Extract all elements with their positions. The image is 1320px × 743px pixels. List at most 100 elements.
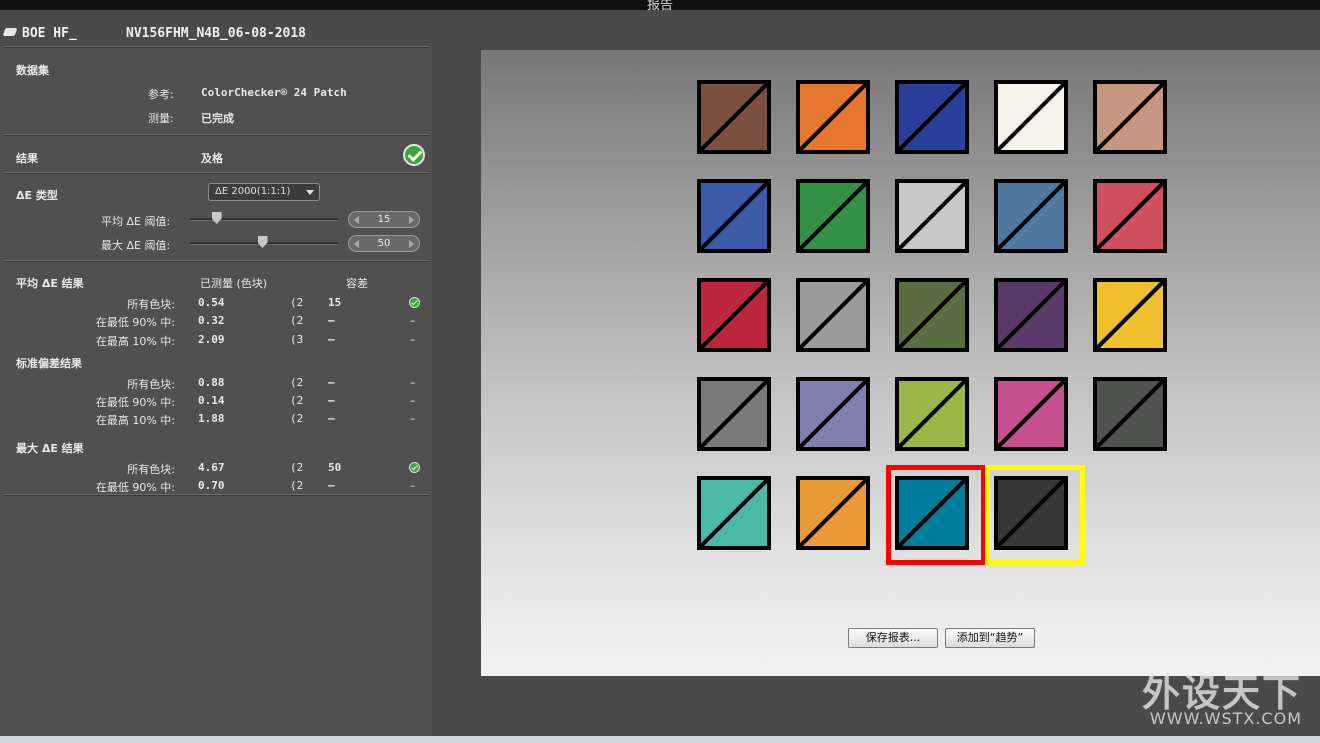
row-value: 2.09 (198, 333, 225, 346)
row-label: 所有色块: (127, 378, 175, 391)
row-label: 所有色块: (127, 298, 175, 311)
row-label: 在最低 90% 中: (95, 316, 175, 329)
save-report-button[interactable]: 保存报表... (848, 628, 938, 648)
row-count: (2 (290, 296, 304, 309)
row-status: – (410, 333, 416, 346)
divider (4, 260, 430, 262)
device-name: BOE HF_ (22, 26, 77, 41)
increment-arrow-icon[interactable] (409, 240, 414, 248)
row-status: – (410, 479, 416, 492)
color-patch[interactable] (697, 179, 771, 253)
measure-label: 测量: (148, 112, 174, 125)
row-label: 在最低 90% 中: (95, 481, 175, 494)
color-patch[interactable] (697, 80, 771, 154)
row-value: 4.67 (198, 461, 225, 474)
row-status: – (410, 314, 416, 327)
pass-check-icon (409, 297, 420, 308)
display-icon (2, 28, 18, 36)
row-status: – (410, 412, 416, 425)
watermark-url: WWW.WSTX.COM (1149, 709, 1302, 728)
row-label: 在最高 10% 中: (95, 414, 175, 427)
selected-patch-highlight-yellow (985, 465, 1085, 565)
row-count: (2 (290, 412, 304, 425)
avg-threshold-label: 平均 ΔE 阈值: (101, 215, 171, 228)
decrement-arrow-icon[interactable] (354, 240, 359, 248)
check-circle-icon (403, 144, 425, 166)
max-threshold-value[interactable]: 50 (378, 238, 391, 249)
color-patch[interactable] (994, 278, 1068, 352)
color-patch[interactable] (895, 80, 969, 154)
color-patch[interactable] (1093, 278, 1167, 352)
result-label: 结果 (16, 152, 38, 165)
watermark: 外设天下 WWW.WSTX.COM (1142, 662, 1302, 728)
row-label: 所有色块: (127, 463, 175, 476)
reference-label: 参考: (148, 88, 174, 101)
max-threshold-label: 最大 ΔE 阈值: (101, 239, 171, 252)
row-tolerance: – (328, 479, 335, 492)
divider (4, 494, 430, 496)
result-value: 及格 (201, 152, 223, 165)
row-tolerance: – (328, 333, 335, 346)
color-patch[interactable] (1093, 377, 1167, 451)
reference-value: ColorChecker® 24 Patch (201, 86, 347, 99)
bottom-strip (0, 736, 1320, 743)
avg-results-heading: 平均 ΔE 结果 (16, 277, 84, 290)
avg-threshold-value[interactable]: 15 (378, 214, 391, 225)
decrement-arrow-icon[interactable] (354, 216, 359, 224)
row-count: (2 (290, 394, 304, 407)
avg-threshold-slider[interactable] (190, 212, 338, 224)
device-header: BOE HF_ NV156FHM_N4B_06-08-2018 (2, 24, 444, 44)
color-patch[interactable] (796, 179, 870, 253)
divider (4, 134, 430, 136)
row-tolerance: 50 (328, 461, 342, 474)
add-to-trend-button[interactable]: 添加到“趋势” (945, 628, 1035, 648)
color-patch[interactable] (697, 377, 771, 451)
row-value: 0.88 (198, 376, 225, 389)
row-count: (2 (290, 376, 304, 389)
row-status: – (410, 376, 416, 389)
max-threshold-spinner[interactable]: 50 (348, 235, 420, 252)
color-patch[interactable] (697, 278, 771, 352)
max-threshold-slider[interactable] (190, 236, 338, 248)
color-patch[interactable] (1093, 80, 1167, 154)
color-patch[interactable] (895, 179, 969, 253)
row-tolerance: – (328, 314, 335, 327)
avg-threshold-spinner[interactable]: 15 (348, 211, 420, 228)
color-patch[interactable] (697, 476, 771, 550)
window-title: 报告 (646, 0, 673, 13)
dataset-heading: 数据集 (16, 64, 49, 77)
color-patch[interactable] (895, 377, 969, 451)
tolerance-column-header: 容差 (346, 277, 368, 290)
row-label: 在最低 90% 中: (95, 396, 175, 409)
delta-e-type-label: ΔE 类型 (16, 189, 58, 202)
pass-check-icon (409, 462, 420, 473)
measured-column-header: 已测量 (色块) (200, 277, 268, 290)
delta-e-type-dropdown[interactable]: ΔE 2000(1:1:1) (208, 183, 320, 201)
row-value: 0.14 (198, 394, 225, 407)
device-model: NV156FHM_N4B_06-08-2018 (126, 26, 307, 41)
color-patch[interactable] (796, 278, 870, 352)
row-label: 在最高 10% 中: (95, 335, 175, 348)
row-value: 0.70 (198, 479, 225, 492)
section-heading: 最大 ΔE 结果 (16, 442, 84, 455)
row-value: 0.32 (198, 314, 225, 327)
window-titlebar: 报告 (0, 0, 1320, 13)
color-patch[interactable] (796, 476, 870, 550)
color-patch[interactable] (796, 80, 870, 154)
color-patch[interactable] (796, 377, 870, 451)
increment-arrow-icon[interactable] (409, 216, 414, 224)
row-count: (3 (290, 333, 304, 346)
row-tolerance: – (328, 376, 335, 389)
color-patch[interactable] (895, 278, 969, 352)
color-patch[interactable] (994, 179, 1068, 253)
row-tolerance: – (328, 394, 335, 407)
measure-value: 已完成 (201, 112, 234, 125)
row-tolerance: – (328, 412, 335, 425)
color-patch[interactable] (1093, 179, 1167, 253)
chevron-down-icon (306, 190, 314, 195)
row-count: (2 (290, 314, 304, 327)
divider (4, 46, 430, 48)
row-status: – (410, 394, 416, 407)
color-patch[interactable] (994, 80, 1068, 154)
color-patch[interactable] (994, 377, 1068, 451)
